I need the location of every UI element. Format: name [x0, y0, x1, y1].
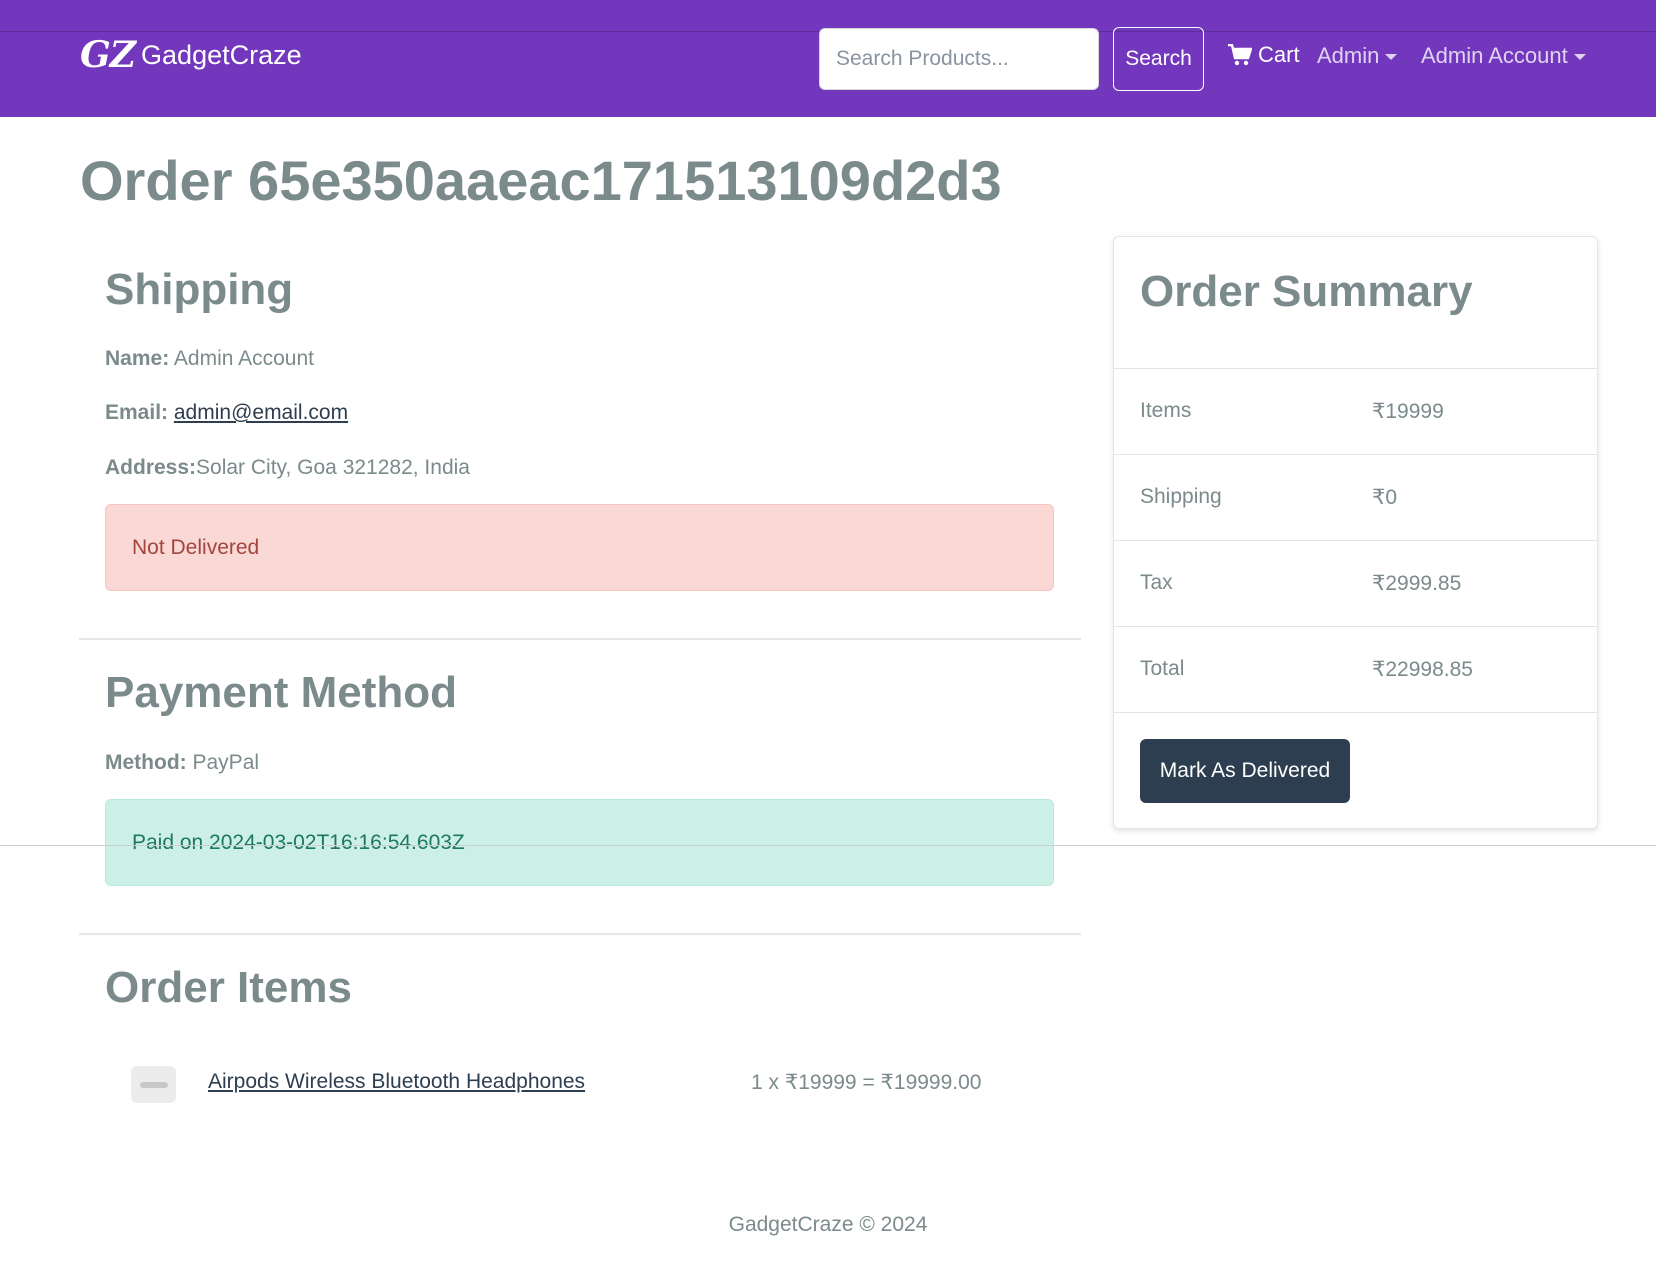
summary-label: Total [1140, 657, 1185, 680]
section-divider [79, 638, 1081, 640]
payment-method: Method: PayPal [105, 751, 259, 775]
shipping-heading: Shipping [105, 265, 294, 314]
summary-value: ₹22998.85 [1372, 658, 1473, 681]
email-link[interactable]: admin@email.com [174, 401, 348, 424]
admin-dropdown-label: Admin [1317, 43, 1380, 68]
delivery-status-alert: Not Delivered [105, 504, 1054, 591]
email-label: Email: [105, 401, 169, 424]
brand-name: GadgetCraze [141, 39, 302, 70]
account-dropdown-label: Admin Account [1421, 43, 1568, 68]
cart-icon [1228, 44, 1252, 66]
method-value: PayPal [192, 751, 260, 774]
summary-row-tax: Tax ₹2999.85 [1114, 540, 1597, 626]
order-summary-heading: Order Summary [1140, 267, 1473, 316]
shipping-name: Name: Admin Account [105, 347, 314, 371]
product-link[interactable]: Airpods Wireless Bluetooth Headphones [208, 1070, 585, 1094]
nav-cart-link[interactable]: Cart [1228, 42, 1300, 68]
summary-row-total: Total ₹22998.85 [1114, 626, 1597, 712]
delivery-status-text: Not Delivered [132, 535, 260, 559]
product-thumbnail [131, 1066, 176, 1103]
order-items-heading: Order Items [105, 963, 352, 1012]
mark-as-delivered-button[interactable]: Mark As Delivered [1140, 739, 1350, 803]
summary-value: ₹19999 [1372, 400, 1444, 423]
item-price-calc: 1 x ₹19999 = ₹19999.00 [751, 1071, 982, 1094]
cart-label: Cart [1258, 42, 1300, 67]
payment-heading: Payment Method [105, 668, 458, 717]
payment-status-text: Paid on 2024-03-02T16:16:54.603Z [132, 830, 465, 854]
navbar: GZ GadgetCraze Search Cart Admin Admin A… [0, 0, 1656, 117]
horizontal-rule [0, 845, 1656, 846]
order-summary-card: Order Summary Items ₹19999 Shipping ₹0 T… [1113, 236, 1598, 829]
admin-dropdown[interactable]: Admin [1317, 43, 1398, 69]
payment-status-alert: Paid on 2024-03-02T16:16:54.603Z [105, 799, 1054, 886]
footer-text: GadgetCraze © 2024 [728, 1213, 928, 1236]
shipping-address: Address:Solar City, Goa 321282, India [105, 456, 470, 480]
summary-row-shipping: Shipping ₹0 [1114, 454, 1597, 540]
chevron-down-icon [1573, 54, 1586, 60]
search-button[interactable]: Search [1113, 27, 1204, 91]
search-input[interactable] [819, 28, 1099, 90]
method-label: Method: [105, 751, 187, 774]
page-title: Order 65e350aaeac171513109d2d3 [80, 149, 1002, 212]
summary-label: Tax [1140, 571, 1173, 594]
address-label: Address: [105, 456, 197, 479]
address-value: Solar City, Goa 321282, India [196, 456, 470, 479]
chevron-down-icon [1385, 54, 1398, 60]
brand-link[interactable]: GZ GadgetCraze [80, 34, 302, 76]
account-dropdown[interactable]: Admin Account [1421, 43, 1586, 69]
summary-value: ₹2999.85 [1372, 572, 1462, 595]
shipping-email: Email: admin@email.com [105, 401, 348, 425]
summary-label: Items [1140, 399, 1192, 422]
name-label: Name: [105, 347, 170, 370]
summary-label: Shipping [1140, 485, 1222, 508]
summary-row-divider [1114, 712, 1597, 713]
brand-logo: GZ [80, 34, 136, 76]
name-value: Admin Account [173, 347, 314, 370]
section-divider [79, 933, 1081, 935]
summary-row-items: Items ₹19999 [1114, 368, 1597, 454]
summary-value: ₹0 [1372, 486, 1398, 509]
